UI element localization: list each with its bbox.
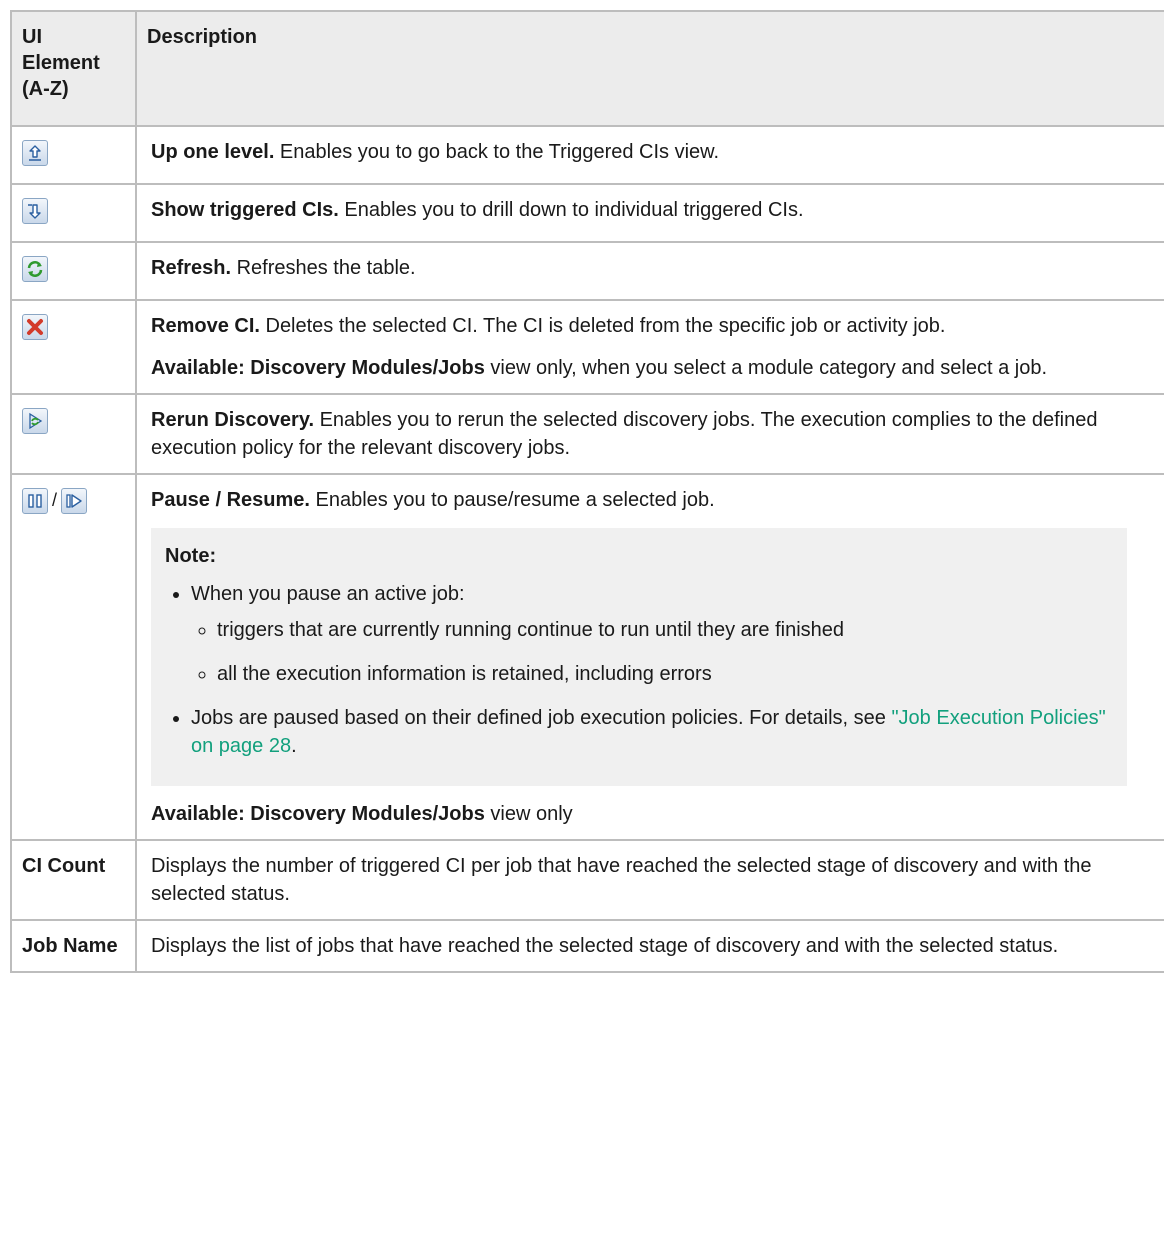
row-description: Enables you to go back to the Triggered … [274,141,720,163]
row-title: Rerun Discovery. [151,409,315,431]
row-description: Enables you to pause/resume a selected j… [309,489,715,511]
ui-elements-table: UI Element (A-Z) Description Up one leve… [10,10,1164,973]
list-item: all the execution information is retaine… [217,660,1113,688]
refresh-icon [22,255,48,282]
availability-label: Available: Discovery Modules/Jobs [151,803,485,825]
table-row: / Pause / Resume. Enables you to pause/r… [10,473,1164,841]
rerun-discovery-icon [22,407,48,434]
row-description: Displays the list of jobs that have reac… [135,919,1164,973]
header-description: Description [135,10,1164,127]
list-item: Jobs are paused based on their defined j… [191,704,1113,760]
row-description: Refreshes the table. [231,257,416,279]
table-row: Remove CI. Deletes the selected CI. The … [10,299,1164,395]
row-title: Show triggered CIs. [151,199,339,221]
row-description: Enables you to drill down to individual … [338,199,804,221]
note-list: When you pause an active job: triggers t… [165,580,1113,760]
note-title: Note: [165,545,217,567]
ui-element-name: Job Name [22,935,118,957]
table-row: Refresh. Refreshes the table. [10,241,1164,301]
table-row: CI Count Displays the number of triggere… [10,839,1164,921]
up-one-level-icon [22,139,48,166]
row-title: Refresh. [151,257,232,279]
row-title: Remove CI. [151,315,260,337]
availability-text: view only, when you select a module cate… [484,357,1047,379]
table-row: Job Name Displays the list of jobs that … [10,919,1164,973]
row-title: Pause / Resume. [151,489,310,511]
remove-ci-icon [22,313,48,340]
list-item: triggers that are currently running cont… [217,616,1113,644]
icon-separator: / [52,490,58,511]
show-triggered-cis-icon [22,197,48,224]
table-header-row: UI Element (A-Z) Description [10,10,1164,127]
header-ui-element: UI Element (A-Z) [10,10,137,127]
availability-text: view only [484,803,573,825]
pause-icon [22,487,48,514]
row-description: Displays the number of triggered CI per … [135,839,1164,921]
table-row: Rerun Discovery. Enables you to rerun th… [10,393,1164,475]
table-row: Show triggered CIs. Enables you to drill… [10,183,1164,243]
ui-element-name: CI Count [22,855,106,877]
row-description: Deletes the selected CI. The CI is delet… [259,315,946,337]
list-item: When you pause an active job: triggers t… [191,580,1113,688]
table-row: Up one level. Enables you to go back to … [10,125,1164,185]
sub-list: triggers that are currently running cont… [191,616,1113,688]
availability-label: Available: Discovery Modules/Jobs [151,357,485,379]
resume-icon [61,487,88,514]
row-title: Up one level. [151,141,275,163]
note-box: Note: When you pause an active job: trig… [151,528,1127,786]
